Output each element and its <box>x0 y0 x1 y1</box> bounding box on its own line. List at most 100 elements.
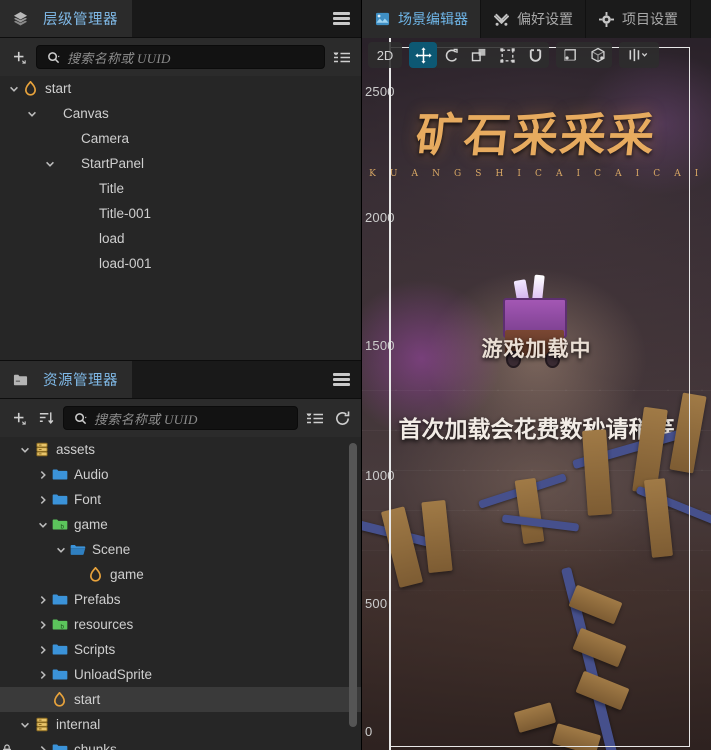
search-icon <box>46 50 60 64</box>
none <box>76 255 93 272</box>
chevron-right-icon[interactable] <box>35 492 51 508</box>
tab-hierarchy[interactable]: 层级管理器 <box>0 0 132 37</box>
lock-icon <box>0 744 13 750</box>
none <box>76 180 93 197</box>
assets-search-input[interactable]: 搜索名称或 UUID <box>63 406 298 430</box>
tree-row[interactable]: internal <box>0 712 361 737</box>
tab-project-settings[interactable]: 项目设置 <box>586 0 691 38</box>
hierarchy-tree[interactable]: startCanvasCamera StartPanel Title Title-00… <box>0 76 361 360</box>
tree-row-label: Title-001 <box>99 207 151 221</box>
tree-row[interactable]: start <box>0 687 361 712</box>
tree-row[interactable]: load <box>0 226 361 251</box>
move-tool[interactable] <box>409 42 437 68</box>
chevron-down-icon[interactable] <box>53 542 69 558</box>
assets-header-rest <box>132 361 361 398</box>
refresh-icon[interactable] <box>332 408 352 428</box>
tree-row[interactable]: Title-001 <box>0 201 361 226</box>
chevron-down-icon[interactable] <box>42 156 58 172</box>
tree-row-label: internal <box>56 718 100 732</box>
canvas-left-guide <box>389 38 391 750</box>
tree-row[interactable]: Prefabs <box>0 587 361 612</box>
tree-row[interactable]: StartPanel <box>0 151 361 176</box>
tab-assets[interactable]: 资源管理器 <box>0 361 132 398</box>
filter-list-icon[interactable] <box>332 47 352 67</box>
folder-blue-icon <box>51 741 68 750</box>
tree-row-label: Audio <box>74 468 109 482</box>
assets-panel: 资源管理器 搜索名称或 UUID <box>0 360 361 750</box>
pivot-toggle[interactable] <box>556 42 584 68</box>
tree-row[interactable]: Camera <box>0 126 361 151</box>
tree-row[interactable]: game <box>0 562 361 587</box>
magnet-tool[interactable] <box>521 42 549 68</box>
add-node-button[interactable] <box>9 47 29 67</box>
toolbar-group <box>556 42 612 68</box>
folder-green-icon: b <box>51 516 68 533</box>
editor-tab-label: 项目设置 <box>622 9 678 29</box>
chevron-right-icon[interactable] <box>35 592 51 608</box>
tree-row-label: Scene <box>92 543 130 557</box>
hierarchy-search-input[interactable]: 搜索名称或 UUID <box>36 45 325 69</box>
tree-row[interactable]: Canvas <box>0 101 361 126</box>
chevron-right-icon[interactable] <box>35 667 51 683</box>
chevron-right-icon[interactable] <box>35 642 51 658</box>
tree-row-label: game <box>110 568 144 582</box>
scene-viewport[interactable]: 矿石采采采 K U A N G S H I C A I C A I C A I … <box>362 38 711 750</box>
gizmo-menu[interactable] <box>619 42 659 68</box>
chevron-right-icon[interactable] <box>35 742 51 750</box>
tab-scene-editor[interactable]: 场景编辑器 <box>362 0 481 38</box>
tree-arrow-spacer <box>71 567 87 583</box>
rotate-tool[interactable] <box>437 42 465 68</box>
tree-row[interactable]: chunks <box>0 737 361 750</box>
tree-row[interactable]: bresources <box>0 612 361 637</box>
tree-row[interactable]: Audio <box>0 462 361 487</box>
tree-row[interactable]: Font <box>0 487 361 512</box>
tree-row[interactable]: load-001 <box>0 251 361 276</box>
tree-row[interactable]: UnloadSprite <box>0 662 361 687</box>
hamburger-icon[interactable] <box>333 12 350 25</box>
hamburger-icon[interactable] <box>333 373 350 386</box>
tree-row[interactable]: Scripts <box>0 637 361 662</box>
toolbar-group <box>619 42 659 68</box>
chevron-down-icon[interactable] <box>17 717 33 733</box>
scale-tool[interactable] <box>465 42 493 68</box>
canvas-frame-outline <box>390 47 690 747</box>
assets-tab-label: 资源管理器 <box>43 369 118 390</box>
rect-tool[interactable] <box>493 42 521 68</box>
tree-row-label: UnloadSprite <box>74 668 152 682</box>
2d-toggle[interactable]: 2D <box>368 42 402 68</box>
add-asset-button[interactable] <box>9 408 29 428</box>
tree-row[interactable]: Scene <box>0 537 361 562</box>
assets-tree[interactable]: assetsAudioFontbgameScenegamePrefabsbres… <box>0 437 361 750</box>
tree-row-label: Font <box>74 493 101 507</box>
sort-icon[interactable] <box>36 408 56 428</box>
chevron-down-icon[interactable] <box>17 442 33 458</box>
editor-tab-label: 场景编辑器 <box>398 9 468 29</box>
folder-blue-icon <box>51 491 68 508</box>
tree-row[interactable]: assets <box>0 437 361 462</box>
tree-row[interactable]: bgame <box>0 512 361 537</box>
none <box>58 155 75 172</box>
tree-arrow-spacer <box>42 131 58 147</box>
tree-row-label: Scripts <box>74 643 115 657</box>
chevron-right-icon[interactable] <box>35 467 51 483</box>
assets-search-placeholder: 搜索名称或 UUID <box>94 409 198 428</box>
scene-flame-icon <box>87 566 104 583</box>
toolbar-group <box>409 42 549 68</box>
filter-list-icon[interactable] <box>305 408 325 428</box>
chevron-down-icon[interactable] <box>35 517 51 533</box>
tree-row[interactable]: start <box>0 76 361 101</box>
folder-blue-icon <box>51 641 68 658</box>
assets-scrollbar[interactable] <box>349 443 357 727</box>
scene-flame-icon <box>51 691 68 708</box>
tree-row[interactable]: Title <box>0 176 361 201</box>
tab-preferences[interactable]: 偏好设置 <box>481 0 586 38</box>
editor-tabbar: 场景编辑器偏好设置 项目设置 <box>362 0 711 38</box>
layers-icon <box>12 10 29 27</box>
chevron-right-icon[interactable] <box>35 617 51 633</box>
chevron-down-icon[interactable] <box>24 106 40 122</box>
tree-row-label: StartPanel <box>81 157 144 171</box>
tree-row-label: game <box>74 518 108 532</box>
coord-toggle[interactable] <box>584 42 612 68</box>
chevron-down-icon[interactable] <box>6 81 22 97</box>
hierarchy-toolbar: 搜索名称或 UUID <box>0 38 361 76</box>
